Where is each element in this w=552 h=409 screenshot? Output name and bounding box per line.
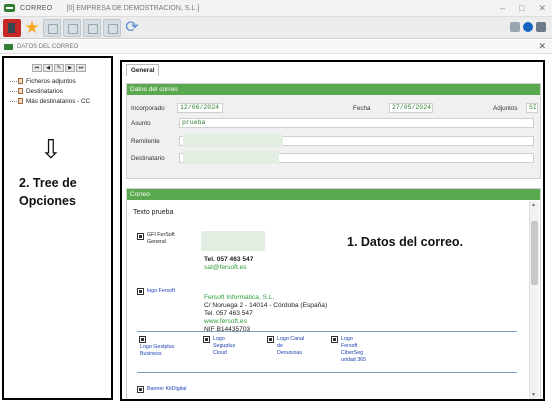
refresh-button[interactable]: ⟳: [123, 19, 141, 37]
company-name-text: Fersoft Informática, S.L.: [204, 294, 275, 301]
signature-email-link[interactable]: sat@fersoft.es: [204, 264, 247, 272]
mail-body-section: Correo Texto prueba GFI FerSoft General …: [126, 188, 541, 399]
close-window-icon[interactable]: ✕: [538, 3, 546, 14]
redacted-signature: [201, 231, 265, 251]
attachments-field[interactable]: SI: [526, 103, 538, 113]
logo-ciberseguridad[interactable]: Logo Fersoft CiberSeg uridad 365: [341, 336, 367, 364]
image-label: GFI FerSoft General: [147, 232, 175, 245]
mail-body-scrollbar[interactable]: ▲ ▼: [529, 201, 539, 399]
window-controls: – □ ✕: [500, 3, 546, 14]
mail-icon: [4, 43, 13, 50]
scroll-down-icon[interactable]: ▼: [531, 392, 536, 398]
previous-record-button[interactable]: ◀: [43, 64, 53, 72]
subject-field[interactable]: prueba: [179, 118, 534, 128]
logo-seguplus[interactable]: Logo Seguplus Cloud: [213, 336, 241, 357]
folder-icon: [18, 88, 23, 94]
settings-icon[interactable]: [536, 22, 546, 32]
options-tree: Ficheros adjuntos Destinatarios Más dest…: [10, 76, 90, 106]
next-record-button[interactable]: ▶: [65, 64, 75, 72]
signature-phone: Tel. 057 463 547: [204, 256, 254, 263]
edit-record-button[interactable]: ✎: [54, 64, 64, 72]
company-name: [0] EMPRESA DE DEMOSTRACION, S.L.]: [66, 4, 200, 12]
tree-item-cc-recipients[interactable]: Más destinatarios - CC: [10, 96, 90, 106]
info-icon[interactable]: [523, 22, 533, 32]
image-placeholder-icon: [137, 233, 144, 240]
toolbar-right-group: [510, 22, 546, 32]
options-tree-panel: ⏮ ◀ ✎ ▶ ⏭ Ficheros adjuntos Destinatario…: [2, 56, 113, 400]
edit-button[interactable]: [83, 19, 101, 37]
folder-icon: [18, 98, 23, 104]
maximize-icon[interactable]: □: [519, 3, 524, 14]
tree-item-label: Destinatarios: [26, 87, 63, 95]
image-placeholder-icon: [267, 336, 274, 343]
attachments-label: Adjuntos: [493, 105, 518, 112]
exit-button[interactable]: [3, 19, 21, 37]
record-navigator: ⏮ ◀ ✎ ▶ ⏭: [32, 64, 86, 72]
app-logo-icon: [4, 4, 15, 12]
banner-kitdigital-label[interactable]: Banner KitDigital: [147, 386, 186, 393]
image-placeholder-icon: [203, 336, 210, 343]
expand-button[interactable]: [63, 19, 81, 37]
mail-details-panel: General Datos del correo Incorporado 12/…: [120, 60, 545, 401]
subject-label: Asunto: [131, 120, 151, 127]
incorporated-field[interactable]: 12/06/2024: [177, 103, 223, 113]
body-text: Texto prueba: [133, 209, 174, 216]
date-label: Fecha: [353, 105, 371, 112]
mail-body-content: Texto prueba GFI FerSoft General Tel. 05…: [129, 201, 525, 399]
image-placeholder-icon: [137, 386, 144, 393]
logo-canal-denuncias[interactable]: Logo Canal de Denuncias: [277, 336, 305, 357]
scroll-up-icon[interactable]: ▲: [531, 202, 536, 208]
section-title: Datos del correo: [127, 84, 540, 95]
title-bar: CORREO [0] EMPRESA DE DEMOSTRACION, S.L.…: [0, 0, 552, 17]
subwindow-title: DATOS DEL CORREO: [17, 43, 79, 50]
redacted-sender: [183, 134, 283, 147]
subwindow-bar: DATOS DEL CORREO ✕: [0, 40, 552, 54]
last-record-button[interactable]: ⏭: [76, 64, 86, 72]
mail-data-caption: 1. Datos del correo.: [347, 235, 464, 249]
toolbar: ★ ⟳: [0, 17, 552, 39]
history-button[interactable]: [103, 19, 121, 37]
logo-gestplus[interactable]: Logo Gestplus Business: [140, 344, 176, 358]
mail-data-section: Datos del correo Incorporado 12/06/2024 …: [126, 83, 541, 179]
image-placeholder-icon: [139, 336, 146, 343]
image-placeholder-icon: [137, 288, 144, 295]
first-record-button[interactable]: ⏮: [32, 64, 42, 72]
date-field[interactable]: 27/05/2024: [389, 103, 433, 113]
dropdown-icon[interactable]: [510, 22, 520, 32]
tree-caption: 2. Tree de Opciones: [19, 176, 77, 208]
app-title: CORREO: [20, 4, 53, 12]
recipient-label: Destinatario: [131, 155, 165, 162]
tab-general[interactable]: General: [126, 64, 160, 76]
favorite-star-button[interactable]: ★: [23, 19, 41, 37]
address-text: C/ Noruega 2 - 14014 - Córdoba (España): [204, 302, 328, 309]
arrow-down-icon: ⇩: [40, 134, 62, 164]
tree-item-recipients[interactable]: Destinatarios: [10, 86, 90, 96]
redacted-recipient: [183, 151, 279, 164]
logo-fersoft-label: logo Fersoft: [147, 288, 175, 294]
scroll-thumb[interactable]: [531, 221, 538, 285]
sender-label: Remitente: [131, 138, 160, 145]
phone-text: Tel. 057 463 547: [204, 310, 253, 317]
folder-icon: [18, 78, 23, 84]
incorporated-label: Incorporado: [131, 105, 165, 112]
website-link[interactable]: www.fersoft.es: [204, 318, 247, 326]
logos-row: Logo Gestplus Business Logo Seguplus Clo…: [137, 331, 517, 373]
close-subwindow-icon[interactable]: ✕: [538, 41, 546, 52]
minimize-icon[interactable]: –: [500, 3, 505, 14]
tree-item-attachments[interactable]: Ficheros adjuntos: [10, 76, 90, 86]
image-placeholder-icon: [331, 336, 338, 343]
tree-item-label: Más destinatarios - CC: [26, 97, 91, 105]
tree-item-label: Ficheros adjuntos: [26, 77, 76, 85]
search-button[interactable]: [43, 19, 61, 37]
section-title: Correo: [127, 189, 540, 200]
